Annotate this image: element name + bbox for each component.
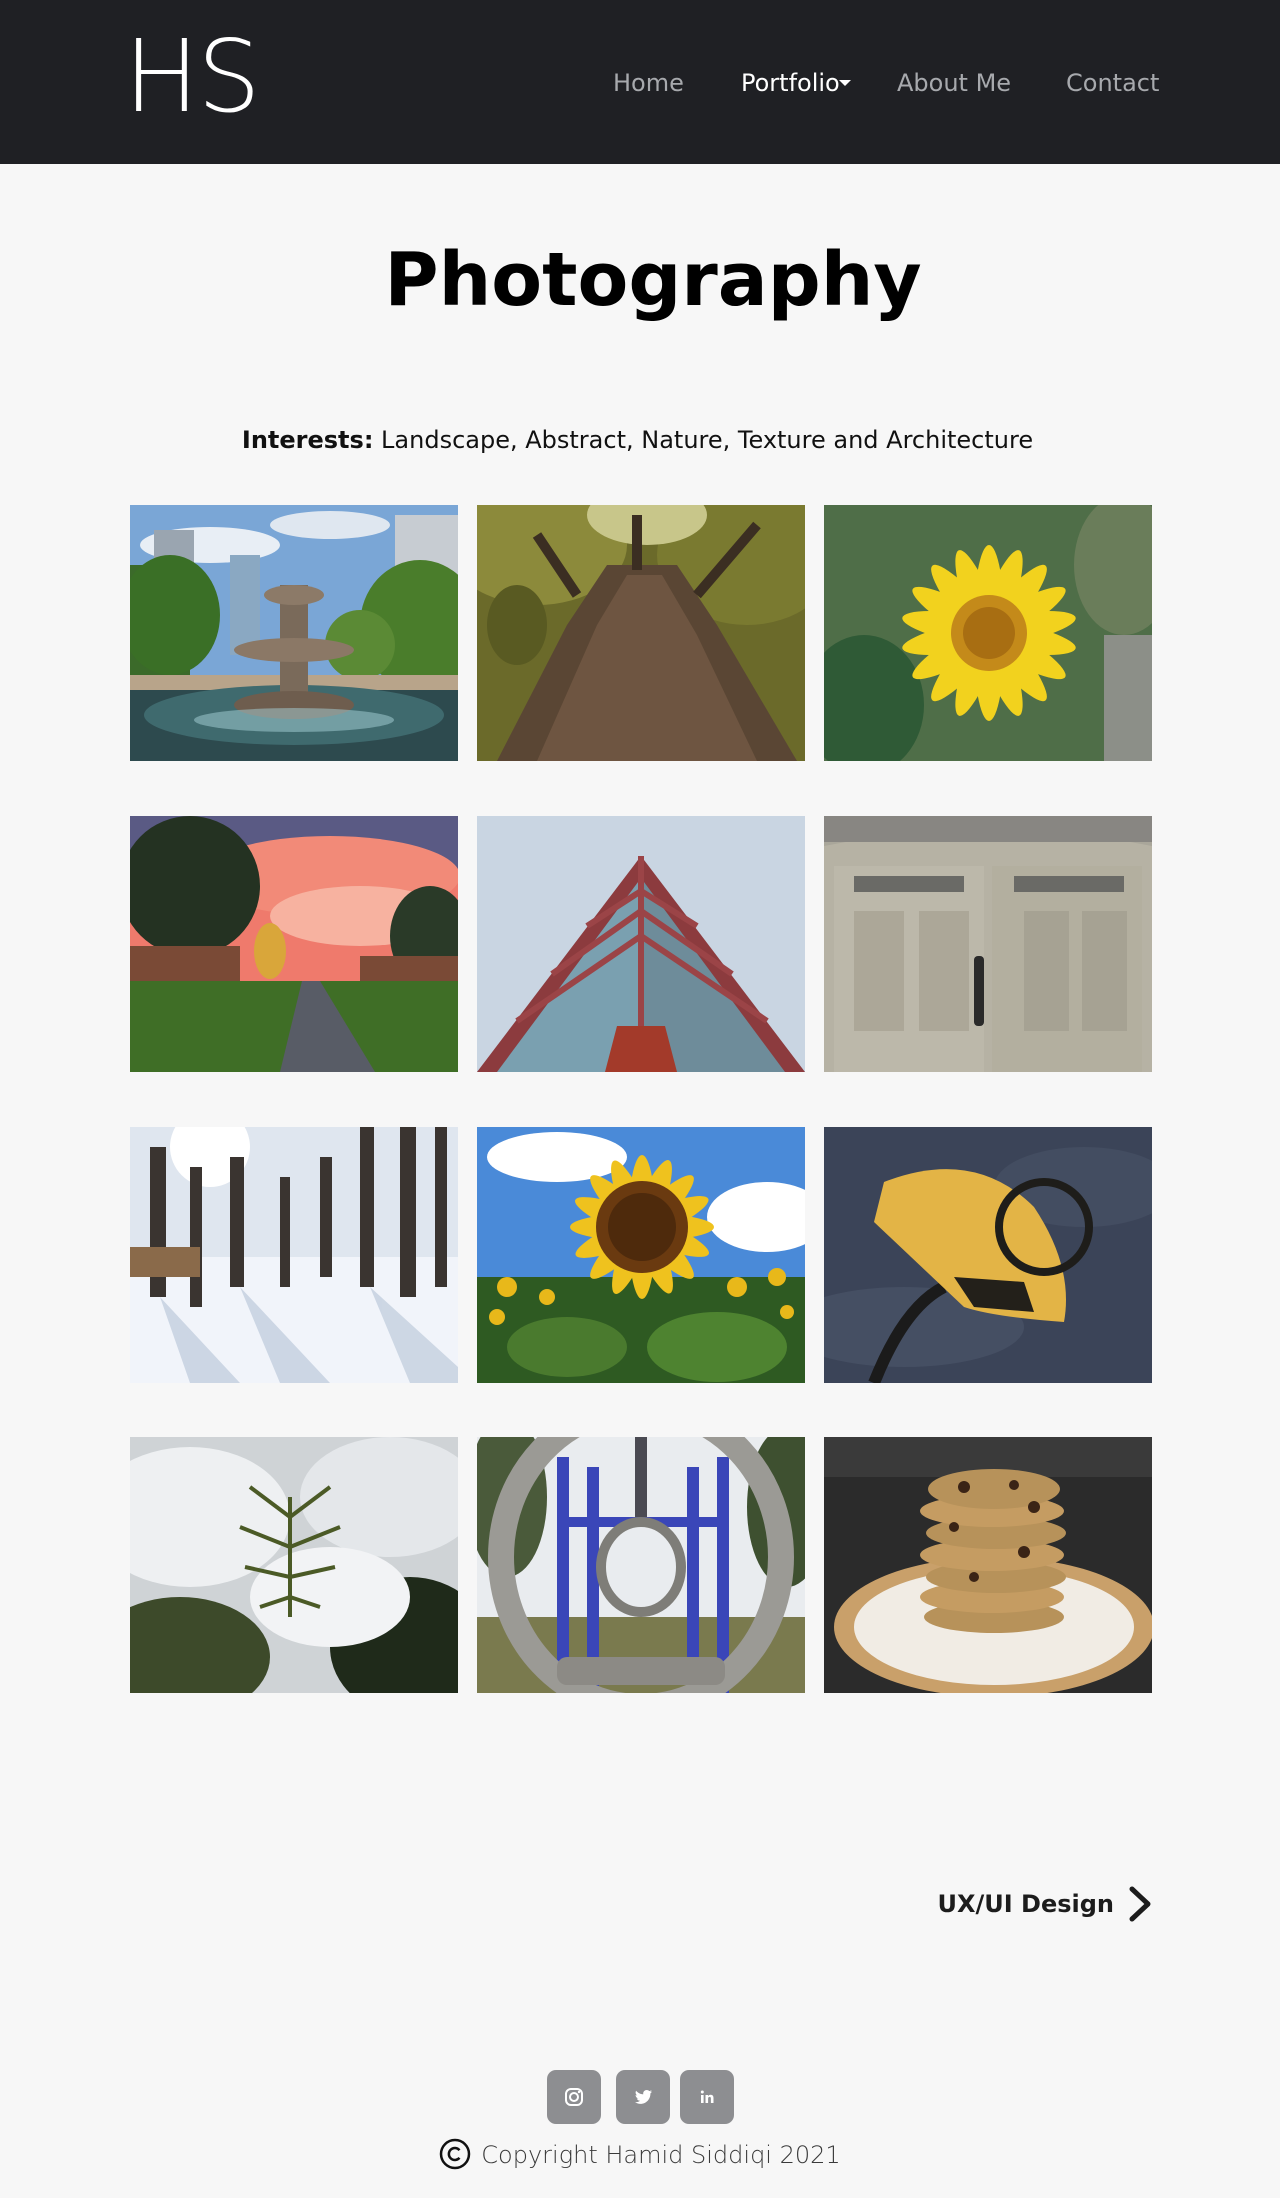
copyright-icon <box>440 2138 471 2170</box>
twitter-icon <box>635 2090 652 2104</box>
photo-snowy-forest[interactable] <box>130 1127 458 1383</box>
photo-glass-building[interactable] <box>477 816 805 1072</box>
linkedin-icon <box>700 2090 714 2103</box>
next-page-label: UX/UI Design <box>937 1890 1114 1918</box>
photo-yellow-daisy[interactable] <box>824 505 1152 761</box>
copyright-text: Copyright Hamid Siddiqi 2021 <box>481 2141 841 2169</box>
interests-label: Interests: <box>241 426 374 454</box>
page-title: Photography <box>384 237 922 323</box>
photo-pine-branch[interactable] <box>130 1437 458 1693</box>
photo-tree-trunk[interactable] <box>477 505 805 761</box>
photo-gallery <box>130 505 1152 1693</box>
nav-item-portfolio[interactable]: Portfolio <box>741 66 840 100</box>
photo-cookies[interactable] <box>824 1437 1152 1693</box>
nav-item-home[interactable]: Home <box>613 66 684 100</box>
interests-line: Interests: Landscape, Abstract, Nature, … <box>0 422 1275 458</box>
photo-sunset-path[interactable] <box>130 816 458 1072</box>
photo-sunflower[interactable] <box>477 1127 805 1383</box>
navbar: HS Home Portfolio About Me Contact <box>0 0 1280 164</box>
twitter-button[interactable] <box>616 2070 670 2124</box>
copyright-line: Copyright Hamid Siddiqi 2021 <box>0 2136 1280 2174</box>
next-page-link[interactable]: UX/UI Design <box>937 1882 1152 1926</box>
dropdown-caret-icon[interactable] <box>839 80 851 86</box>
photo-fountain[interactable] <box>130 505 458 761</box>
chevron-right-icon <box>1129 1886 1151 1922</box>
instagram-icon <box>565 2088 583 2106</box>
main-nav: Home Portfolio About Me Contact <box>0 66 1280 100</box>
photo-sculpture[interactable] <box>824 1127 1152 1383</box>
photo-playground-rings[interactable] <box>477 1437 805 1693</box>
interests-text: Landscape, Abstract, Nature, Texture and… <box>373 426 1034 454</box>
photo-white-doors[interactable] <box>824 816 1152 1072</box>
social-links <box>0 2070 1280 2124</box>
nav-item-about-me[interactable]: About Me <box>897 66 1011 100</box>
instagram-button[interactable] <box>547 2070 601 2124</box>
linkedin-button[interactable] <box>680 2070 734 2124</box>
nav-item-contact[interactable]: Contact <box>1066 66 1159 100</box>
